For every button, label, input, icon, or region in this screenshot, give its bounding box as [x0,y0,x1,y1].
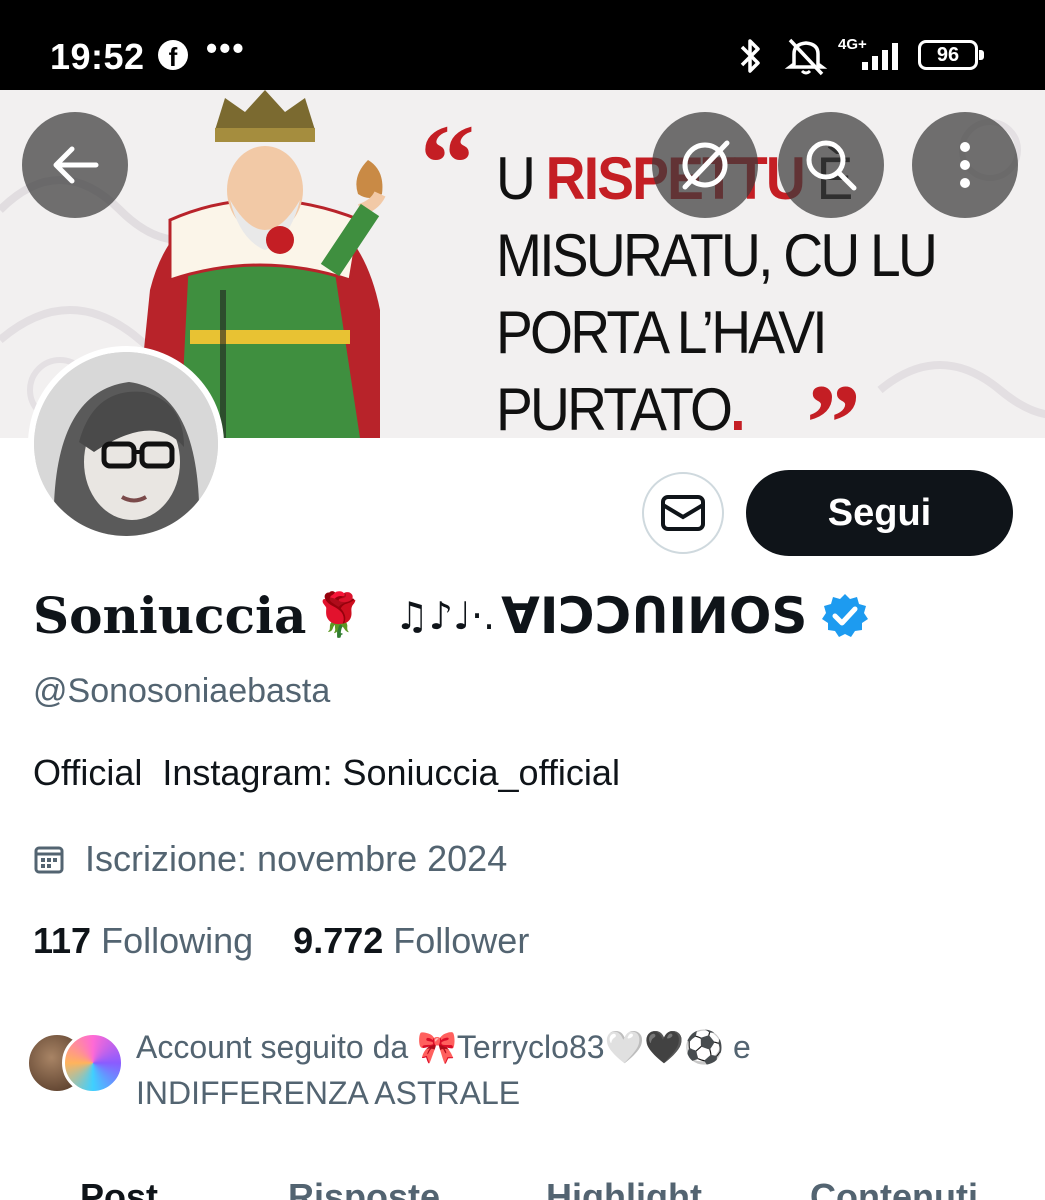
signal-icon [862,43,898,70]
back-button[interactable] [22,112,128,218]
calendar-icon [34,846,64,874]
join-date-text: Iscrizione: novembre 2024 [85,838,508,879]
search-button[interactable] [778,112,884,218]
clock: 19:52 [50,36,145,77]
following-link[interactable]: 117 Following [33,920,253,961]
status-bar: 19:52 f ••• 4G+ 96 [0,0,1045,90]
quote-line-4: PURTATO. [496,371,935,438]
followed-by-line: INDIFFERENZA ASTRALE [136,1075,521,1111]
message-button[interactable] [642,472,724,554]
display-name-flipped: ꓯIƆƆՈIИOS [501,586,808,645]
follow-button[interactable]: Segui [746,470,1013,556]
close-quote: ” [806,362,861,438]
quote-line-2: MISURATU, CU LU [496,222,938,289]
verified-badge-icon[interactable] [821,592,869,640]
profile-tabs: Post Risposte Highlight Contenuti [0,1176,1045,1200]
followers-label: Follower [393,920,530,961]
mail-icon [661,495,705,531]
more-notifications-icon: ••• [206,30,246,66]
rose-emoji: 🌹 [312,591,365,638]
more-options-button[interactable] [912,112,1018,218]
handle: @Sonosoniaebasta [33,672,331,710]
followers-link[interactable]: 9.772 Follower [293,920,529,961]
avatar[interactable] [28,346,224,542]
quote-highlight: . [730,376,745,438]
following-label: Following [101,920,254,961]
display-name-text: Soniuccia [33,586,307,645]
battery-icon: 96 [918,40,984,70]
display-name: Soniuccia 🌹 ♫♪♩·. ꓯIƆƆՈIИOS [33,586,869,645]
mutual-avatar [62,1032,124,1094]
muted-bell-icon [784,38,828,76]
facebook-icon: f [158,40,188,72]
tab-post[interactable]: Post [80,1176,158,1200]
bio: Official Instagram: Soniuccia_official [33,752,620,793]
followed-by-text: Account seguito da 🎀Terryclo83🤍🖤⚽ e INDI… [136,1024,856,1116]
music-notes: ♫♪♩·. [394,593,496,638]
followers-count: 9.772 [293,920,384,961]
tab-highlights[interactable]: Highlight [546,1176,702,1200]
tab-replies[interactable]: Risposte [288,1176,440,1200]
followed-by[interactable]: Account seguito da 🎀Terryclo83🤍🖤⚽ e INDI… [26,1024,856,1116]
following-count: 117 [33,920,92,961]
quote-text: U [496,145,546,212]
join-date: Iscrizione: novembre 2024 [33,838,507,880]
search-icon [806,140,857,191]
followed-by-avatars [26,1024,126,1094]
grok-button[interactable] [652,112,758,218]
follow-stats: 117 Following 9.772 Follower [33,920,529,962]
quote-line-3: PORTA L’HAVI [496,299,828,366]
followed-by-line: Account seguito da 🎀Terryclo83🤍🖤⚽ e [136,1029,751,1065]
avatar-image [34,352,218,536]
bluetooth-icon [740,39,760,73]
quote-text: PURTATO [496,376,733,438]
more-vertical-icon [960,142,970,188]
battery-level: 96 [936,44,960,66]
back-arrow-icon [53,146,99,184]
open-quote: “ [420,102,475,224]
grok-icon [682,140,730,190]
tab-media[interactable]: Contenuti [810,1176,978,1200]
